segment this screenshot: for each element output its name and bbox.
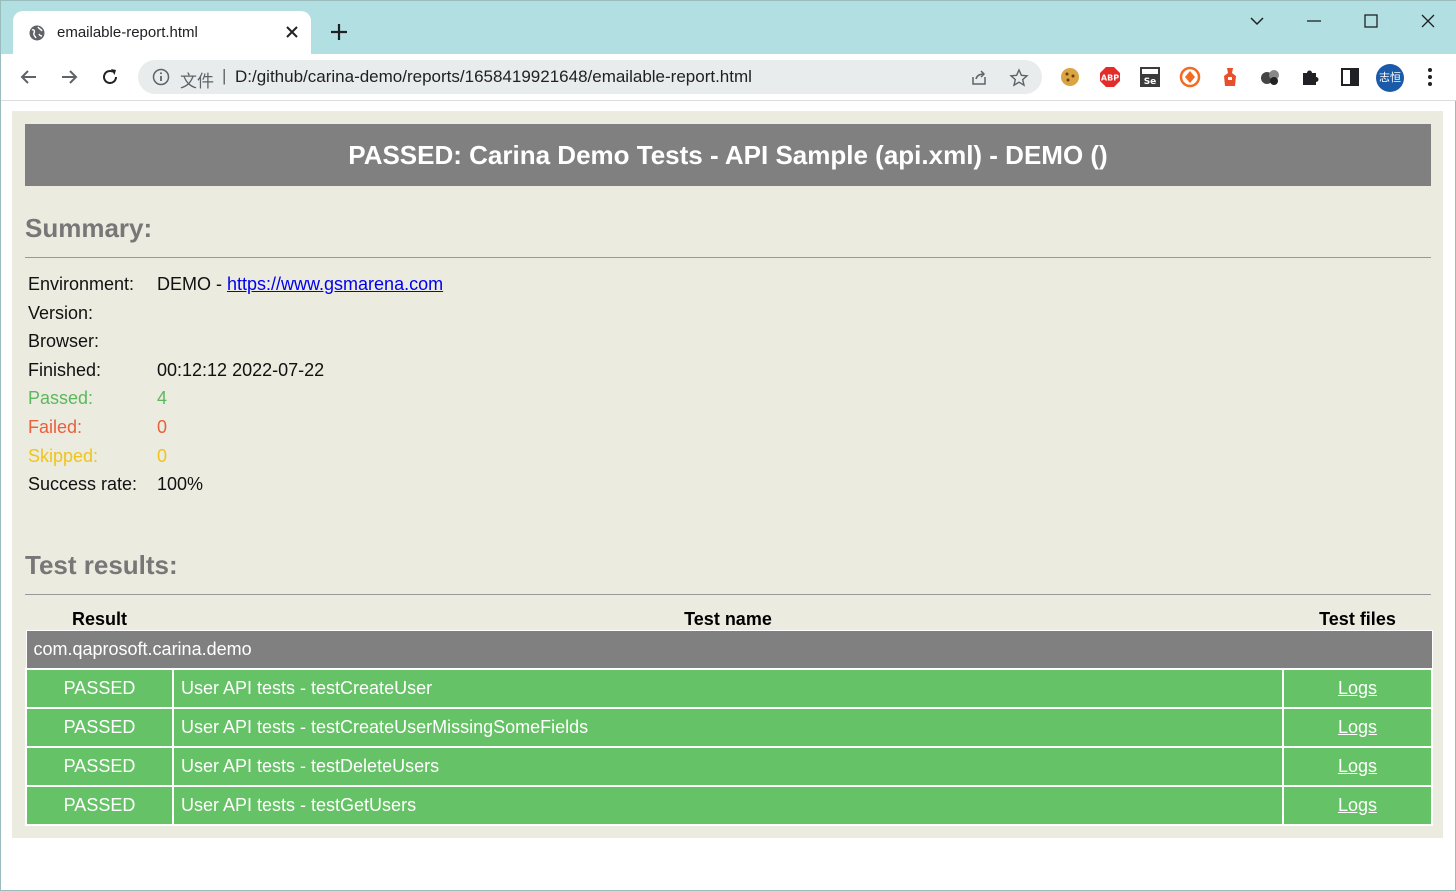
logs-link[interactable]: Logs xyxy=(1338,795,1377,815)
result-cell: PASSED xyxy=(25,706,174,748)
adblock-plus-icon[interactable]: ABP xyxy=(1099,66,1121,88)
result-cell: PASSED xyxy=(25,667,174,709)
table-row: PASSED User API tests - testCreateUser L… xyxy=(25,667,1433,709)
table-header-row: Result Test name Test files xyxy=(26,609,1432,631)
test-files-cell: Logs xyxy=(1282,784,1433,826)
failed-label: Failed: xyxy=(28,416,83,437)
finished-value: 00:12:12 2022-07-22 xyxy=(157,359,325,380)
info-icon[interactable] xyxy=(152,68,170,86)
orange-extension-icon[interactable] xyxy=(1179,66,1201,88)
browser-toolbar: 文件 | D:/github/carina-demo/reports/16584… xyxy=(1,54,1456,101)
scheme-separator: | xyxy=(222,66,227,85)
package-name: com.qaprosoft.carina.demo xyxy=(25,630,1433,669)
header-result: Result xyxy=(71,609,127,629)
test-name-cell: User API tests - testGetUsers xyxy=(172,784,1284,826)
report-container: PASSED: Carina Demo Tests - API Sample (… xyxy=(12,111,1443,838)
forward-icon[interactable] xyxy=(58,66,80,88)
tab-title: emailable-report.html xyxy=(57,24,198,41)
back-icon[interactable] xyxy=(18,66,40,88)
reload-icon[interactable] xyxy=(99,66,121,88)
selenium-ide-icon[interactable]: Se xyxy=(1139,66,1161,88)
test-files-cell: Logs xyxy=(1282,667,1433,709)
table-row: PASSED User API tests - testCreateUserMi… xyxy=(25,706,1433,748)
address-bar[interactable]: 文件 | D:/github/carina-demo/reports/16584… xyxy=(138,60,1042,94)
passed-count: 4 xyxy=(157,388,168,409)
finished-label: Finished: xyxy=(28,359,102,380)
summary-heading: Summary: xyxy=(25,213,153,243)
test-results-heading: Test results: xyxy=(25,550,178,580)
logs-link[interactable]: Logs xyxy=(1338,717,1377,737)
success-rate-label: Success rate: xyxy=(28,474,138,495)
passed-label: Passed: xyxy=(28,388,94,409)
test-results-table: Result Test name Test files com.qaprosof… xyxy=(25,609,1433,826)
logs-link[interactable]: Logs xyxy=(1338,678,1377,698)
test-files-cell: Logs xyxy=(1282,745,1433,787)
summary-divider xyxy=(25,257,1431,258)
skipped-count: 0 xyxy=(157,445,168,466)
file-scheme-label: 文件 xyxy=(180,72,214,91)
page-viewport: PASSED: Carina Demo Tests - API Sample (… xyxy=(1,101,1455,890)
profile-avatar[interactable]: 志恒 xyxy=(1376,64,1404,92)
url-text[interactable]: D:/github/carina-demo/reports/1658419921… xyxy=(235,67,752,87)
version-label: Version: xyxy=(28,302,94,323)
more-menu-icon[interactable] xyxy=(1419,66,1441,88)
browser-label: Browser: xyxy=(28,331,100,352)
red-extension-icon[interactable] xyxy=(1219,66,1241,88)
dots-extension-icon[interactable] xyxy=(1259,66,1281,88)
report-banner: PASSED: Carina Demo Tests - API Sample (… xyxy=(25,124,1431,186)
table-row: PASSED User API tests - testDeleteUsers … xyxy=(25,745,1433,787)
side-panel-icon[interactable] xyxy=(1339,66,1361,88)
browser-tab[interactable]: emailable-report.html xyxy=(13,11,311,54)
logs-link[interactable]: Logs xyxy=(1338,756,1377,776)
table-row: PASSED User API tests - testGetUsers Log… xyxy=(25,784,1433,826)
result-cell: PASSED xyxy=(25,745,174,787)
svg-text:ABP: ABP xyxy=(1101,74,1119,83)
tab-strip: emailable-report.html xyxy=(1,1,1456,54)
package-row: com.qaprosoft.carina.demo xyxy=(25,630,1433,669)
environment-link[interactable]: https://www.gsmarena.com xyxy=(227,274,443,294)
maximize-icon[interactable] xyxy=(1361,11,1381,31)
test-name-cell: User API tests - testCreateUserMissingSo… xyxy=(172,706,1284,748)
environment-value: DEMO - https://www.gsmarena.com xyxy=(157,274,444,294)
failed-count: 0 xyxy=(157,416,168,437)
minimize-icon[interactable] xyxy=(1304,11,1324,31)
results-divider xyxy=(25,594,1431,595)
new-tab-icon[interactable] xyxy=(328,21,350,43)
tab-search-chevron-icon[interactable] xyxy=(1247,11,1267,31)
bookmark-star-icon[interactable] xyxy=(1009,68,1029,88)
header-test-files: Test files xyxy=(1319,609,1396,629)
close-window-icon[interactable] xyxy=(1418,11,1438,31)
result-cell: PASSED xyxy=(25,784,174,826)
svg-text:Se: Se xyxy=(1144,77,1157,87)
puzzle-icon[interactable] xyxy=(1299,66,1321,88)
share-icon[interactable] xyxy=(969,68,989,88)
test-files-cell: Logs xyxy=(1282,706,1433,748)
skipped-label: Skipped: xyxy=(28,445,99,466)
test-name-cell: User API tests - testCreateUser xyxy=(172,667,1284,709)
globe-icon xyxy=(29,25,45,41)
cookie-extension-icon[interactable] xyxy=(1059,66,1081,88)
environment-label: Environment: xyxy=(28,274,135,294)
success-rate-value: 100% xyxy=(157,474,204,495)
close-tab-icon[interactable] xyxy=(283,23,301,41)
test-name-cell: User API tests - testDeleteUsers xyxy=(172,745,1284,787)
header-test-name: Test name xyxy=(684,609,772,629)
